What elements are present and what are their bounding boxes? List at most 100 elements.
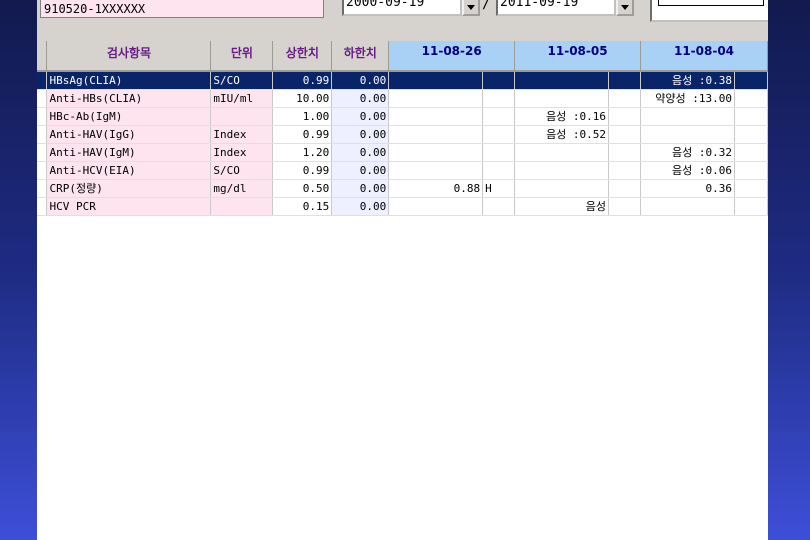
cell-item: HCV PCR	[46, 197, 212, 216]
cell-date3-value: 0.36	[640, 179, 735, 198]
cell-date2-value: 음성 :0.52	[514, 125, 610, 144]
cell-date1-flag	[482, 161, 516, 180]
cell-date3-value: 약양성 :13.00	[640, 89, 735, 108]
cell-date3-value	[640, 107, 735, 126]
cell-date3-value: 음성 :0.06	[640, 161, 735, 180]
lab-result-window: 910520-1XXXXXX 2000-09-19 / 2011-09-19 검…	[37, 0, 768, 540]
cell-lower: 0.00	[331, 161, 390, 180]
col-header-date-2[interactable]: 11-08-05	[514, 41, 641, 72]
cell-date3-flag	[734, 89, 768, 108]
table-row[interactable]: Anti-HBs(CLIA) mIU/ml 10.00 0.00 약양성 :13…	[37, 89, 768, 108]
cell-date2-flag	[608, 161, 641, 180]
cell-unit: S/CO	[210, 161, 274, 180]
date-from-field[interactable]: 2000-09-19	[342, 0, 462, 16]
cell-date1-flag	[482, 143, 516, 162]
date-to-field[interactable]: 2011-09-19	[496, 0, 616, 16]
col-header-unit[interactable]: 단위	[210, 41, 274, 72]
cell-item: Anti-HAV(IgM)	[46, 143, 212, 162]
cell-upper: 1.00	[272, 107, 333, 126]
cell-item: Anti-HAV(IgG)	[46, 125, 212, 144]
col-header-upper[interactable]: 상한치	[272, 41, 333, 72]
table-row[interactable]: Anti-HAV(IgG) Index 0.99 0.00 음성 :0.52	[37, 125, 768, 144]
cell-date2-value	[514, 71, 610, 90]
cell-unit: Index	[210, 125, 274, 144]
cell-date1-value	[388, 161, 484, 180]
cell-date1-flag	[482, 71, 516, 90]
cell-date3-flag	[734, 143, 768, 162]
col-header-lower[interactable]: 하한치	[331, 41, 390, 72]
table-row[interactable]: HCV PCR 0.15 0.00 음성	[37, 197, 768, 216]
cell-date1-value	[388, 125, 484, 144]
cell-upper: 0.99	[272, 125, 333, 144]
cell-date3-flag	[734, 71, 768, 90]
cell-unit	[210, 197, 274, 216]
row-marker	[37, 71, 48, 90]
lab-results-table: 검사항목 단위 상한치 하한치 11-08-26 11-08-05 11-08-…	[37, 41, 768, 216]
col-header-date-3[interactable]: 11-08-04	[640, 41, 768, 72]
row-marker	[37, 89, 48, 108]
cell-date2-value	[514, 161, 610, 180]
cell-lower: 0.00	[331, 197, 390, 216]
table-row[interactable]: Anti-HCV(EIA) S/CO 0.99 0.00 음성 :0.06	[37, 161, 768, 180]
cell-date1-value	[388, 71, 484, 90]
table-row[interactable]: CRP(정량) mg/dl 0.50 0.00 0.88 H 0.36	[37, 179, 768, 198]
cell-date1-value	[388, 107, 484, 126]
table-row[interactable]: HBc-Ab(IgM) 1.00 0.00 음성 :0.16	[37, 107, 768, 126]
row-marker-header	[37, 41, 48, 72]
row-marker	[37, 143, 48, 162]
cell-lower: 0.00	[331, 107, 390, 126]
table-row[interactable]: Anti-HAV(IgM) Index 1.20 0.00 음성 :0.32	[37, 143, 768, 162]
cell-date3-flag	[734, 197, 768, 216]
col-header-date-1[interactable]: 11-08-26	[388, 41, 516, 72]
cell-upper: 0.99	[272, 161, 333, 180]
search-toolbar: 910520-1XXXXXX 2000-09-19 / 2011-09-19	[37, 0, 768, 42]
cell-date1-value	[388, 143, 484, 162]
row-marker	[37, 107, 48, 126]
cell-lower: 0.00	[331, 179, 390, 198]
cell-date2-value	[514, 89, 610, 108]
cell-unit: mIU/ml	[210, 89, 274, 108]
cell-date2-flag	[608, 125, 641, 144]
date-separator: /	[482, 0, 491, 12]
cell-upper: 0.15	[272, 197, 333, 216]
cell-date3-flag	[734, 161, 768, 180]
row-marker	[37, 125, 48, 144]
cell-date1-flag: H	[482, 179, 516, 198]
cell-item: CRP(정량)	[46, 179, 212, 198]
cell-date1-value	[388, 197, 484, 216]
cell-date2-flag	[608, 179, 641, 198]
cell-date2-value	[514, 143, 610, 162]
cell-item: HBc-Ab(IgM)	[46, 107, 212, 126]
cell-date2-flag	[608, 197, 641, 216]
cell-upper: 10.00	[272, 89, 333, 108]
cell-unit: S/CO	[210, 71, 274, 90]
cell-date3-flag	[734, 179, 768, 198]
cell-date2-flag	[608, 89, 641, 108]
search-option-box[interactable]	[650, 0, 768, 22]
cell-date2-value	[514, 179, 610, 198]
row-marker	[37, 197, 48, 216]
table-row[interactable]: HBsAg(CLIA) S/CO 0.99 0.00 음성 :0.38	[37, 71, 768, 90]
cell-item: Anti-HBs(CLIA)	[46, 89, 212, 108]
cell-lower: 0.00	[331, 143, 390, 162]
date-from-dropdown-button[interactable]	[462, 0, 480, 16]
cell-date3-flag	[734, 107, 768, 126]
patient-id-field[interactable]: 910520-1XXXXXX	[40, 0, 324, 18]
cell-upper: 1.20	[272, 143, 333, 162]
cell-date1-flag	[482, 107, 516, 126]
table-header-row: 검사항목 단위 상한치 하한치 11-08-26 11-08-05 11-08-…	[37, 41, 768, 72]
cell-date2-flag	[608, 143, 641, 162]
date-to-dropdown-button[interactable]	[616, 0, 634, 16]
cell-lower: 0.00	[331, 71, 390, 90]
cell-date2-flag	[608, 107, 641, 126]
cell-date1-flag	[482, 197, 516, 216]
row-marker	[37, 179, 48, 198]
cell-date1-value	[388, 89, 484, 108]
cell-lower: 0.00	[331, 125, 390, 144]
cell-unit: Index	[210, 143, 274, 162]
cell-date3-value: 음성 :0.38	[640, 71, 735, 90]
cell-date3-value	[640, 197, 735, 216]
cell-date1-flag	[482, 125, 516, 144]
cell-date3-value: 음성 :0.32	[640, 143, 735, 162]
col-header-item[interactable]: 검사항목	[46, 41, 212, 72]
